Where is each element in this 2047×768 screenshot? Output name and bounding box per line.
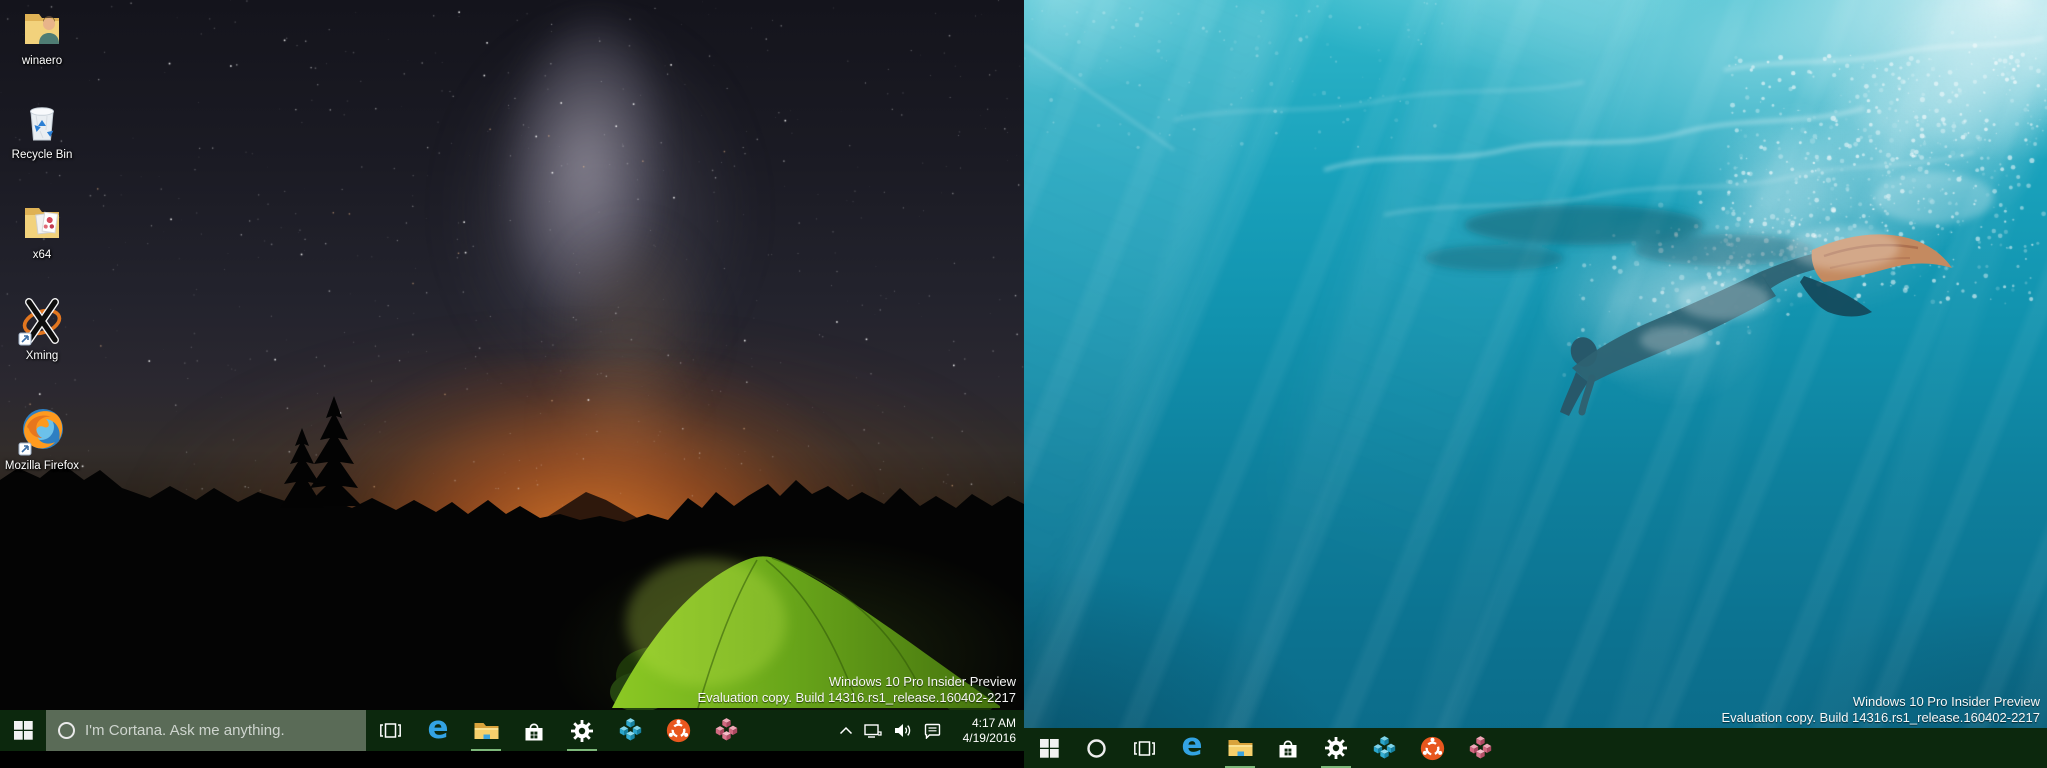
task-view-icon (1133, 740, 1155, 756)
firefox-icon (18, 409, 63, 456)
pine-trees (280, 396, 362, 508)
ubuntu-icon (666, 718, 690, 743)
desktop-icon-label: Xming (25, 350, 59, 362)
show-hidden-icons-chevron[interactable] (839, 726, 853, 735)
desktop-icon-winaero[interactable]: winaero (2, 6, 82, 68)
edge-icon: e (427, 709, 449, 746)
taskbar-ubuntu-button[interactable] (1408, 728, 1456, 768)
taskbar-pink-cubes-app-button[interactable] (1456, 728, 1504, 768)
windows-logo-icon (13, 721, 33, 740)
store-icon (525, 723, 543, 740)
running-indicator (471, 749, 501, 751)
cortana-circle-icon (1086, 738, 1106, 758)
start-button[interactable] (1026, 728, 1072, 768)
taskbar-pink-cubes-app-button[interactable] (702, 710, 750, 751)
taskbar-clock[interactable]: 4:17 AM 4/19/2016 (952, 716, 1016, 745)
cortana-search-input[interactable] (85, 722, 356, 739)
swimmer-illustration (1024, 36, 2045, 416)
taskbar-left: e (0, 710, 1024, 751)
file-explorer-icon (474, 722, 498, 739)
running-indicator (567, 749, 597, 751)
pink-cubes-icon (715, 718, 737, 741)
desktop-icon-label: x64 (32, 249, 52, 261)
blue-cubes-icon (619, 718, 641, 741)
taskbar-ubuntu-button[interactable] (654, 710, 702, 751)
desktop-icon-label: Mozilla Firefox (4, 460, 80, 472)
system-tray: 4:17 AM 4/19/2016 (839, 710, 1024, 751)
pink-cubes-icon (1469, 735, 1491, 758)
landscape-silhouette (0, 396, 1024, 751)
taskbar-file-explorer-button[interactable] (462, 710, 510, 751)
clock-time: 4:17 AM (971, 716, 1016, 730)
settings-gear-icon (571, 719, 593, 742)
network-icon[interactable] (864, 723, 883, 739)
shortcut-arrow-badge (18, 442, 32, 456)
desktop-icon-recycle-bin[interactable]: Recycle Bin (2, 98, 82, 162)
start-button[interactable] (0, 710, 46, 751)
taskbar-blue-cubes-app-button[interactable] (606, 710, 654, 751)
task-view-button[interactable] (366, 710, 414, 751)
taskbar-blue-cubes-app-button[interactable] (1360, 728, 1408, 768)
ubuntu-icon (1420, 736, 1444, 760)
dual-monitor-desktop: { "left_monitor": { "wallpaper": "night-… (0, 0, 2047, 768)
desktop-icon-x64[interactable]: x64 (2, 200, 82, 262)
desktop-icon-label: Recycle Bin (11, 149, 73, 161)
taskbar-store-button[interactable] (510, 710, 558, 751)
surface-reflection-shadows (1424, 205, 1814, 271)
volume-icon[interactable] (894, 723, 913, 738)
user-folder-icon (25, 14, 59, 44)
taskbar-settings-button[interactable] (1312, 728, 1360, 768)
pictures-folder-icon (25, 208, 59, 238)
cortana-search-box[interactable] (46, 710, 366, 751)
desktop-icon-firefox[interactable]: Mozilla Firefox (2, 405, 82, 473)
file-explorer-icon (1228, 740, 1252, 756)
taskbar-store-button[interactable] (1264, 728, 1312, 768)
task-view-button[interactable] (1120, 728, 1168, 768)
taskbar-edge-button[interactable]: e (1168, 728, 1216, 768)
action-center-icon[interactable] (924, 723, 941, 739)
edge-icon: e (1181, 727, 1203, 763)
taskbar-edge-button[interactable]: e (414, 710, 462, 751)
recycle-bin-icon (30, 107, 54, 141)
desktop-icon-xming[interactable]: Xming (2, 295, 82, 363)
monitor-right: Windows 10 Pro Insider Preview Evaluatio… (1024, 0, 2047, 768)
settings-gear-icon (1325, 737, 1347, 759)
desktop-icon-label: winaero (21, 55, 63, 67)
monitor-left: winaero Recycle Bin x64 Xming Mozilla Fi… (0, 0, 1024, 751)
cortana-button[interactable] (1072, 728, 1120, 768)
shortcut-arrow-badge (18, 332, 32, 346)
taskbar-right: e (1024, 728, 2047, 768)
windows-logo-icon (1039, 738, 1059, 758)
store-icon (1279, 740, 1297, 758)
blue-cubes-icon (1373, 735, 1395, 758)
task-view-icon (379, 723, 401, 738)
taskbar-file-explorer-button[interactable] (1216, 728, 1264, 768)
taskbar-settings-button[interactable] (558, 710, 606, 751)
clock-date: 4/19/2016 (962, 730, 1016, 745)
dark-fin (1800, 276, 1872, 317)
cortana-circle-icon (58, 722, 75, 739)
xming-icon (18, 298, 62, 346)
